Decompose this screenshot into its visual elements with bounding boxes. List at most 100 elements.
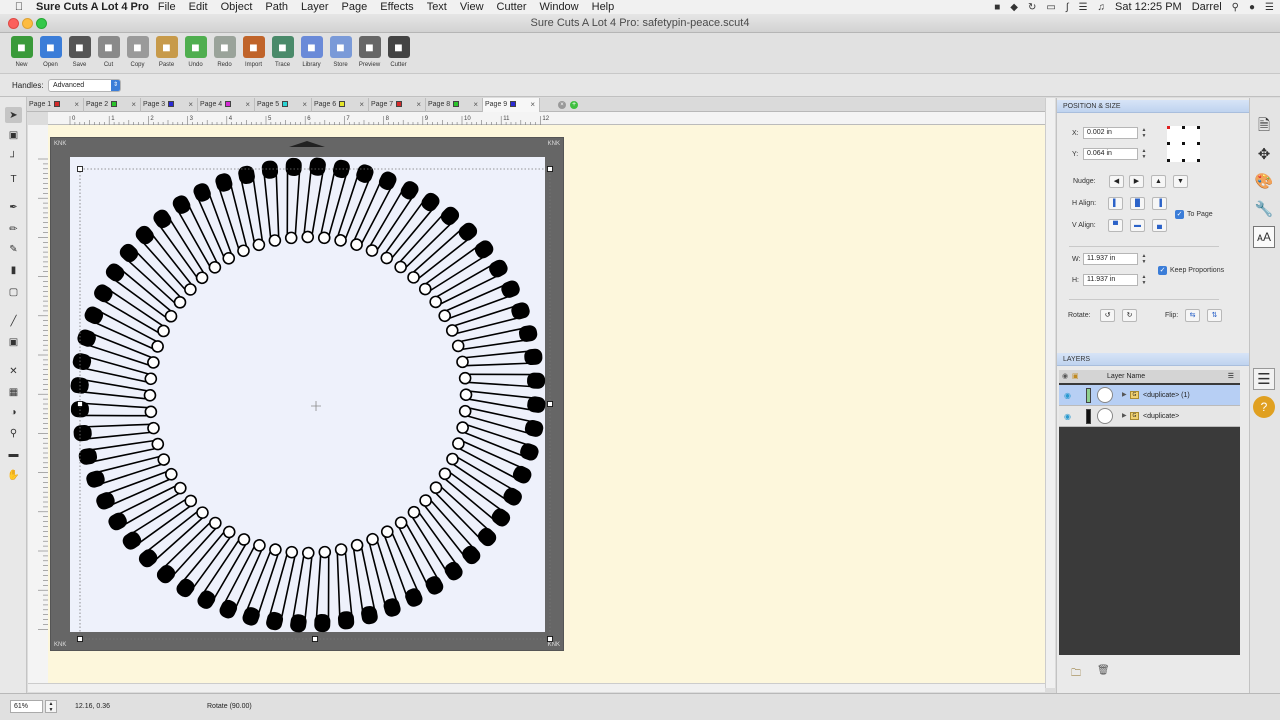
- menu-text[interactable]: Text: [427, 1, 447, 13]
- paste-button[interactable]: ■ Paste: [152, 33, 181, 73]
- selection-handle[interactable]: [77, 636, 83, 642]
- spotlight-search-icon[interactable]: ⚲: [1232, 2, 1239, 13]
- pencil-tool-icon[interactable]: ✏: [5, 221, 22, 237]
- design-canvas[interactable]: KNK KNK KNK KNK: [48, 125, 1045, 683]
- close-tab-icon[interactable]: ×: [74, 98, 79, 112]
- eyedropper-icon[interactable]: ✕: [5, 363, 22, 379]
- width-field[interactable]: 11.937 in: [1083, 253, 1138, 265]
- close-tab-icon[interactable]: ×: [188, 98, 193, 112]
- layer-row[interactable]: ◉ ▶ G <duplicate> (1): [1059, 385, 1240, 406]
- transform-tool-icon[interactable]: ▦: [5, 384, 22, 400]
- library-button[interactable]: ■ Library: [297, 33, 326, 73]
- close-tab-icon[interactable]: ×: [302, 98, 307, 112]
- visibility-eye-icon[interactable]: ◉: [1064, 406, 1071, 427]
- copy-button[interactable]: ■ Copy: [123, 33, 152, 73]
- siri-icon[interactable]: ●: [1249, 2, 1255, 13]
- shape-tool-icon[interactable]: ▣: [5, 334, 22, 350]
- open-button[interactable]: ■ Open: [36, 33, 65, 73]
- menu-edit[interactable]: Edit: [189, 1, 208, 13]
- x-stepper[interactable]: ▲ ▼: [1140, 127, 1148, 139]
- menu-path[interactable]: Path: [265, 1, 288, 13]
- height-stepper[interactable]: ▲ ▼: [1140, 274, 1148, 286]
- menu-help[interactable]: Help: [592, 1, 615, 13]
- clock[interactable]: Sat 12:25 PM: [1115, 1, 1182, 13]
- page-tab-4[interactable]: Page 4 ×: [198, 98, 255, 112]
- layers-header[interactable]: LAYERS: [1057, 353, 1250, 366]
- nudge-left-button[interactable]: ◀: [1109, 175, 1124, 188]
- y-stepper[interactable]: ▲ ▼: [1140, 148, 1148, 160]
- text-style-icon[interactable]: ᴀA: [1253, 226, 1275, 248]
- menu-object[interactable]: Object: [221, 1, 253, 13]
- layer-color-swatch[interactable]: [1086, 409, 1091, 424]
- menu-effects[interactable]: Effects: [380, 1, 413, 13]
- save-button[interactable]: ■ Save: [65, 33, 94, 73]
- hand-tool-icon[interactable]: ✋: [5, 467, 22, 483]
- align-left-icon[interactable]: ▌: [1108, 197, 1123, 210]
- menu-window[interactable]: Window: [540, 1, 579, 13]
- close-tab-icon[interactable]: ×: [530, 98, 535, 112]
- layers-stack-icon[interactable]: ☰: [1253, 368, 1275, 390]
- expand-triangle-icon[interactable]: ▶: [1122, 385, 1127, 406]
- handles-dropdown[interactable]: Advanced ⇕: [48, 79, 121, 92]
- apple-menu-icon[interactable]: : [8, 1, 30, 13]
- preview-button[interactable]: ■ Preview: [355, 33, 384, 73]
- delete-layer-trash-icon[interactable]: 🗑: [1097, 665, 1110, 676]
- close-tab-icon[interactable]: ×: [473, 98, 478, 112]
- selection-handle[interactable]: [77, 166, 83, 172]
- to-page-checkbox[interactable]: ✓: [1175, 210, 1184, 219]
- width-stepper[interactable]: ▲ ▼: [1140, 253, 1148, 265]
- sync-icon[interactable]: ↻: [1028, 2, 1036, 13]
- cut-button[interactable]: ■ Cut: [94, 33, 123, 73]
- layer-color-swatch[interactable]: [1086, 388, 1091, 403]
- page-tab-9[interactable]: Page 9 ×: [483, 98, 540, 112]
- user-name[interactable]: Darrel: [1192, 1, 1222, 13]
- nudge-down-button[interactable]: ▼: [1173, 175, 1188, 188]
- flip-vertical-icon[interactable]: ⇅: [1207, 309, 1222, 322]
- cutter-button[interactable]: ■ Cutter: [384, 33, 413, 73]
- close-tab-icon[interactable]: ×: [416, 98, 421, 112]
- new-button[interactable]: ■ New: [7, 33, 36, 73]
- move-arrows-icon[interactable]: ✥: [1253, 143, 1275, 165]
- canvas-horizontal-scrollbar[interactable]: [28, 683, 1045, 692]
- trace-button[interactable]: ■ Trace: [268, 33, 297, 73]
- import-button[interactable]: ■ Import: [239, 33, 268, 73]
- expand-triangle-icon[interactable]: ▶: [1122, 406, 1127, 427]
- rotation-center-icon[interactable]: [311, 401, 321, 411]
- bluetooth-icon[interactable]: ∫: [1066, 2, 1069, 13]
- eraser-tool-icon[interactable]: ▮: [5, 262, 22, 278]
- close-tab-icon[interactable]: ×: [245, 98, 250, 112]
- rotate-cw-icon[interactable]: ↻: [1122, 309, 1137, 322]
- align-bottom-icon[interactable]: ▄: [1152, 219, 1167, 232]
- align-middle-v-icon[interactable]: ▬: [1130, 219, 1145, 232]
- app-menu[interactable]: Sure Cuts A Lot 4 Pro: [36, 1, 149, 13]
- select-arrow-icon[interactable]: ➤: [5, 107, 22, 123]
- page-tab-6[interactable]: Page 6 ×: [312, 98, 369, 112]
- visibility-eye-icon[interactable]: ◉: [1064, 385, 1071, 406]
- battery-icon[interactable]: ▭: [1046, 2, 1055, 13]
- close-tab-icon[interactable]: ×: [131, 98, 136, 112]
- add-page-icon[interactable]: +: [570, 101, 578, 109]
- page-tab-7[interactable]: Page 7 ×: [369, 98, 426, 112]
- layers-menu-icon[interactable]: ☰: [1228, 370, 1234, 383]
- node-edit-icon[interactable]: ▣: [5, 127, 22, 143]
- nudge-right-button[interactable]: ▶: [1129, 175, 1144, 188]
- knife-tool-icon[interactable]: ╱: [5, 313, 22, 329]
- measure-tool-icon[interactable]: ▬: [5, 446, 22, 462]
- palette-icon[interactable]: 🎨: [1253, 170, 1275, 192]
- store-button[interactable]: ■ Store: [326, 33, 355, 73]
- x-position-field[interactable]: 0.002 in: [1083, 127, 1138, 139]
- zoom-tool-icon[interactable]: ⚲: [5, 425, 22, 441]
- page-tab-1[interactable]: Page 1 ×: [27, 98, 84, 112]
- page-tab-2[interactable]: Page 2 ×: [84, 98, 141, 112]
- undo-button[interactable]: ■ Undo: [181, 33, 210, 73]
- menu-file[interactable]: File: [158, 1, 176, 13]
- nudge-up-button[interactable]: ▲: [1151, 175, 1166, 188]
- document-panel-icon[interactable]: 🗎: [1253, 116, 1275, 138]
- selection-handle[interactable]: [547, 166, 553, 172]
- layer-name[interactable]: <duplicate>: [1143, 406, 1179, 427]
- selection-handle[interactable]: [547, 401, 553, 407]
- zoom-field[interactable]: 61%: [10, 700, 43, 713]
- layer-row[interactable]: ◉ ▶ G <duplicate>: [1059, 406, 1240, 427]
- keep-proportions-checkbox[interactable]: ✓: [1158, 266, 1167, 275]
- selection-handle[interactable]: [312, 636, 318, 642]
